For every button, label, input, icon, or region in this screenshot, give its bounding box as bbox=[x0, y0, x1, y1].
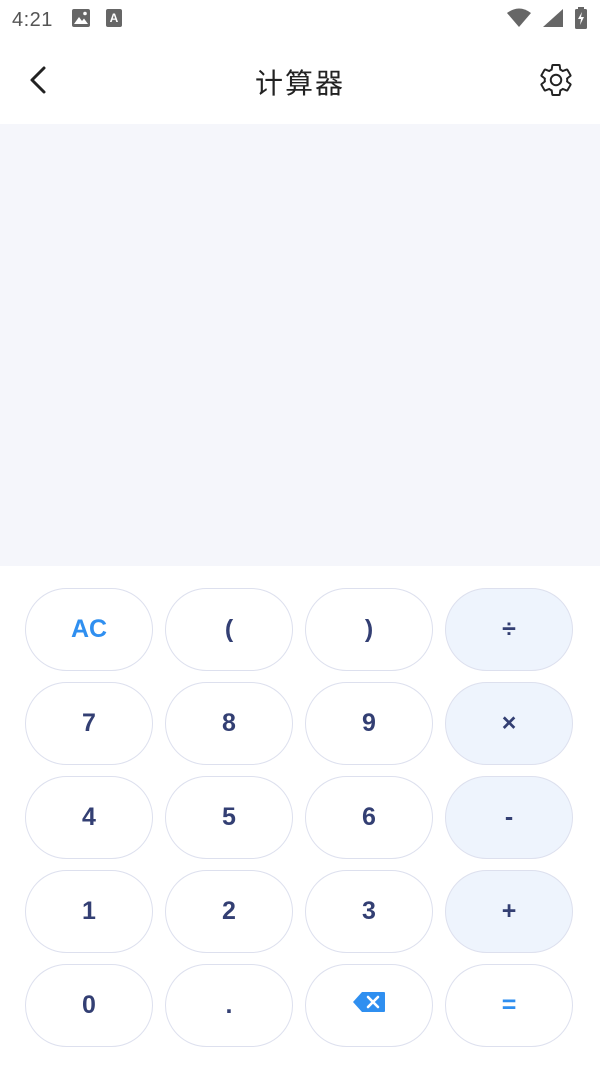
digit-0-button[interactable]: 0 bbox=[25, 964, 153, 1047]
status-notification-icons: A bbox=[71, 8, 123, 32]
keypad: AC ( ) ÷ 7 8 9 × 4 5 6 - 1 2 3 + 0 . = bbox=[25, 588, 575, 1047]
digit-4-button[interactable]: 4 bbox=[25, 776, 153, 859]
settings-button[interactable] bbox=[534, 60, 578, 104]
svg-text:A: A bbox=[110, 11, 119, 25]
calculator-display bbox=[0, 124, 600, 566]
multiply-button[interactable]: × bbox=[445, 682, 573, 765]
cell-signal-icon bbox=[542, 8, 564, 32]
chevron-left-icon bbox=[27, 65, 49, 99]
a-badge-icon: A bbox=[105, 8, 123, 32]
status-system-icons bbox=[506, 7, 588, 33]
close-paren-button[interactable]: ) bbox=[305, 588, 433, 671]
open-paren-button[interactable]: ( bbox=[165, 588, 293, 671]
back-button[interactable] bbox=[18, 62, 58, 102]
add-button[interactable]: + bbox=[445, 870, 573, 953]
gear-icon bbox=[538, 62, 574, 102]
digit-5-button[interactable]: 5 bbox=[165, 776, 293, 859]
backspace-icon bbox=[352, 991, 386, 1020]
wifi-icon bbox=[506, 8, 532, 32]
digit-3-button[interactable]: 3 bbox=[305, 870, 433, 953]
digit-2-button[interactable]: 2 bbox=[165, 870, 293, 953]
digit-6-button[interactable]: 6 bbox=[305, 776, 433, 859]
page-title: 计算器 bbox=[254, 67, 345, 100]
digit-7-button[interactable]: 7 bbox=[25, 682, 153, 765]
divide-button[interactable]: ÷ bbox=[445, 588, 573, 671]
app-bar: 计算器 bbox=[0, 40, 600, 124]
digit-9-button[interactable]: 9 bbox=[305, 682, 433, 765]
battery-charging-icon bbox=[574, 7, 588, 33]
clear-button[interactable]: AC bbox=[25, 588, 153, 671]
digit-8-button[interactable]: 8 bbox=[165, 682, 293, 765]
decimal-point-button[interactable]: . bbox=[165, 964, 293, 1047]
backspace-button[interactable] bbox=[305, 964, 433, 1047]
status-time: 4:21 bbox=[12, 8, 53, 31]
image-icon bbox=[71, 8, 91, 32]
digit-1-button[interactable]: 1 bbox=[25, 870, 153, 953]
status-bar: 4:21 A bbox=[0, 0, 600, 40]
equals-button[interactable]: = bbox=[445, 964, 573, 1047]
subtract-button[interactable]: - bbox=[445, 776, 573, 859]
